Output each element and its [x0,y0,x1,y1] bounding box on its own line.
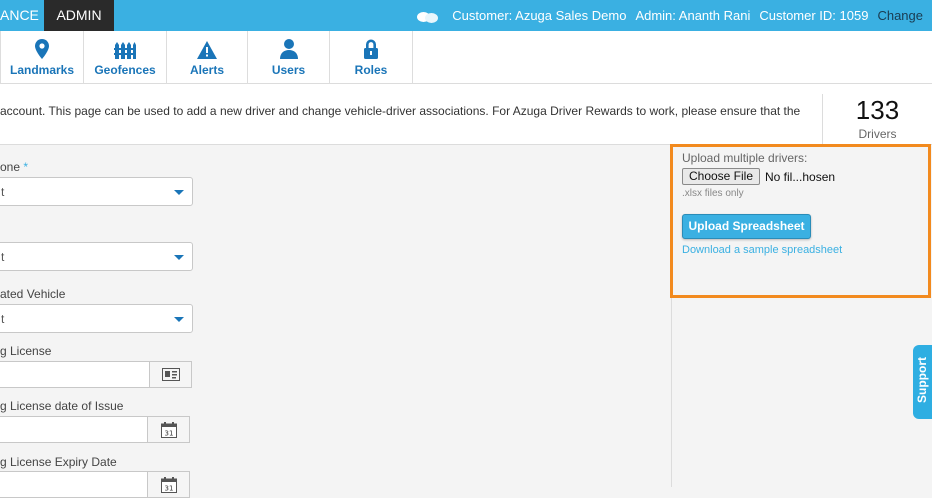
select-value: t [1,250,5,264]
driving-license-input[interactable] [0,361,150,388]
calendar-icon[interactable]: 31 [148,471,190,498]
driver-count: 133 [855,95,900,125]
associated-vehicle-label: ated Vehicle [0,287,66,301]
file-type-note: .xlsx files only [682,188,744,199]
svg-text:31: 31 [164,429,173,437]
select-value: t [1,185,5,199]
change-customer-link[interactable]: Change [877,8,923,23]
calendar-icon[interactable]: 31 [148,416,190,443]
timezone-select[interactable]: t [0,177,193,206]
driving-license-label: g License [0,344,52,358]
chosen-file-name: No fil...hosen [765,170,836,184]
nav-label: Roles [354,63,388,77]
upload-spreadsheet-button[interactable]: Upload Spreadsheet [682,214,811,239]
tab-admin[interactable]: ADMIN [44,0,114,31]
customer-id: Customer ID: 1059 [759,8,869,23]
map-pin-icon [1,31,83,59]
driver-counter: 133 Drivers [822,94,932,145]
nav-label: Landmarks [9,63,75,77]
nav-item-alerts[interactable]: Alerts [167,31,248,84]
select-value: t [1,312,5,326]
caret-down-icon [174,317,184,322]
info-message: account. This page can be used to add a … [0,104,801,118]
support-tab[interactable]: Support [913,345,932,419]
upload-title: Upload multiple drivers: [682,151,808,165]
info-bar: account. This page can be used to add a … [0,84,932,145]
caret-down-icon [174,255,184,260]
chat-bubbles-icon[interactable] [417,10,439,24]
nav-label: Alerts [189,63,224,77]
license-expiry-date-label: g License Expiry Date [0,455,117,469]
top-bar: ANCE ADMIN Customer: Azuga Sales Demo Adm… [0,0,932,31]
nav-item-users[interactable]: Users [248,31,330,84]
fence-icon [84,31,166,59]
tab-maintenance[interactable]: ANCE [0,0,44,31]
license-expiry-date-input[interactable] [0,471,148,498]
svg-text:31: 31 [164,484,173,492]
account-info: Customer: Azuga Sales Demo Admin: Ananth … [408,0,923,31]
driver-count-label: Drivers [858,127,897,141]
user-icon [248,31,329,59]
required-marker: * [23,160,29,174]
choose-file-button[interactable]: Choose File [682,168,760,185]
license-issue-date-input[interactable] [0,416,148,443]
nav-item-landmarks[interactable]: Landmarks [1,31,84,84]
download-sample-link[interactable]: Download a sample spreadsheet [682,244,842,256]
lock-icon [330,31,412,59]
associated-vehicle-select[interactable]: t [0,304,193,333]
admin-name: Admin: Ananth Rani [635,8,751,23]
field-select[interactable]: t [0,242,193,271]
nav-item-geofences[interactable]: Geofences [84,31,167,84]
caret-down-icon [174,190,184,195]
id-card-icon[interactable] [150,361,192,388]
admin-nav-bar: Landmarks Geofences Alerts Users Roles [0,31,932,84]
driver-form: one * t t ated Vehicle t g License g Lic… [0,146,672,498]
license-issue-date-label: g License date of Issue [0,399,124,413]
nav-label: Geofences [94,63,156,77]
nav-label: Users [271,63,306,77]
timezone-label: one * [0,160,29,174]
customer-name: Customer: Azuga Sales Demo [452,8,627,23]
support-label: Support [915,357,929,403]
nav-item-roles[interactable]: Roles [330,31,413,84]
warning-icon [167,31,247,59]
